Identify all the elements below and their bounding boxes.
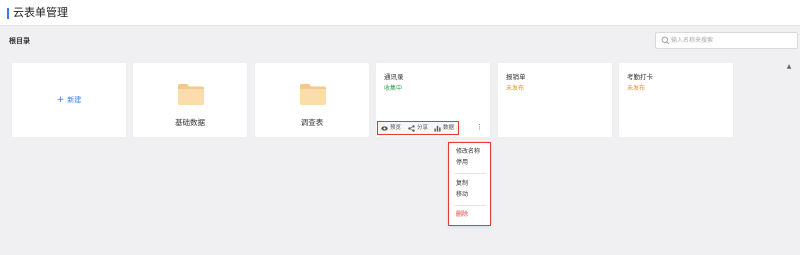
folder-icon: [178, 84, 204, 105]
bar-chart-icon: [434, 125, 441, 132]
form-name: 通讯录: [384, 73, 404, 81]
context-menu: 修改名称 停用 复制 移动 删除: [448, 142, 491, 226]
search-icon: [661, 36, 670, 45]
create-new-label: 新建: [67, 96, 82, 104]
menu-item-move[interactable]: 移动: [456, 191, 468, 199]
page-header: 云表单管理: [0, 0, 800, 26]
status-badge: 未发布: [627, 85, 646, 92]
form-card-expense[interactable]: 报销单 未发布: [498, 63, 612, 137]
scroll-up-arrow-icon[interactable]: ▲: [785, 63, 793, 71]
menu-divider: [454, 205, 486, 206]
menu-item-copy[interactable]: 复制: [456, 180, 468, 188]
create-new-button[interactable]: + 新建: [12, 95, 126, 105]
folder-icon: [300, 84, 326, 105]
title-accent-bar: [7, 8, 9, 19]
share-button[interactable]: 分享: [408, 124, 432, 133]
create-new-card[interactable]: + 新建: [12, 63, 126, 137]
form-name: 报销单: [506, 73, 526, 81]
form-action-toolbar: 预览 分享 数据: [377, 121, 459, 135]
breadcrumb-root[interactable]: 根目录: [9, 36, 30, 46]
folder-name: 调查表: [300, 118, 324, 127]
search-input[interactable]: [671, 34, 795, 47]
menu-item-rename[interactable]: 修改名称: [456, 148, 480, 156]
form-name: 考勤打卡: [627, 73, 653, 81]
menu-divider: [454, 173, 486, 174]
page-title: 云表单管理: [13, 6, 68, 19]
search-box[interactable]: [655, 32, 798, 49]
preview-label: 预览: [390, 125, 402, 131]
preview-button[interactable]: 预览: [381, 124, 406, 133]
folder-card-survey[interactable]: 调查表: [255, 63, 369, 137]
folder-name: 基础数据: [175, 118, 205, 127]
plus-icon: +: [56, 95, 65, 105]
eye-icon: [381, 126, 388, 131]
data-button[interactable]: 数据: [434, 124, 458, 133]
share-icon: [408, 125, 415, 132]
menu-item-delete[interactable]: 删除: [456, 211, 468, 219]
data-label: 数据: [443, 125, 455, 131]
share-label: 分享: [417, 125, 429, 131]
status-badge: 收集中: [384, 85, 403, 92]
status-badge: 未发布: [506, 85, 525, 92]
folder-card-basic-data[interactable]: 基础数据: [133, 63, 247, 137]
more-options-icon[interactable]: ⋮: [476, 122, 483, 132]
menu-item-disable[interactable]: 停用: [456, 159, 468, 167]
form-card-attendance[interactable]: 考勤打卡 未发布: [619, 63, 733, 137]
